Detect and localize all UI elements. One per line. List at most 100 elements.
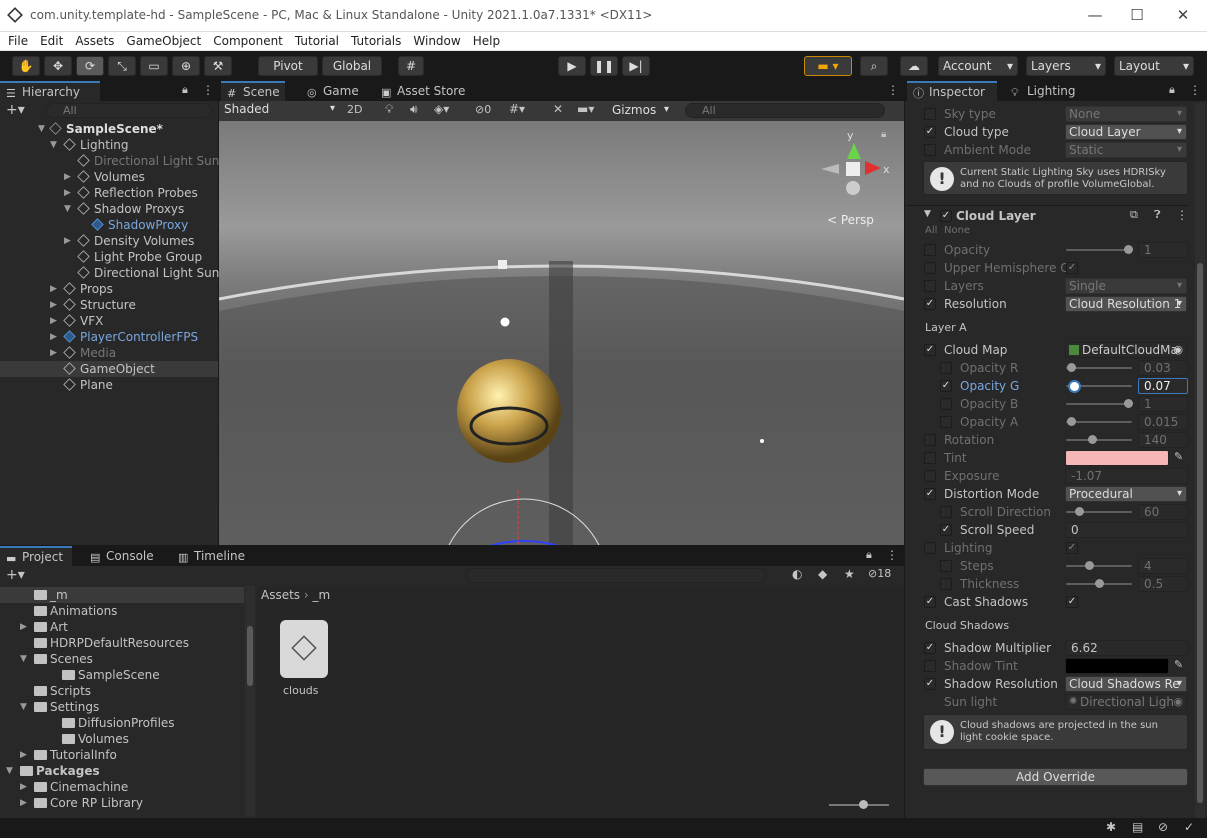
opacity-b-slider[interactable] — [1066, 403, 1132, 405]
more-icon[interactable]: ⋮ — [1189, 83, 1201, 97]
foldout-icon[interactable]: ▼ — [64, 201, 71, 217]
sky-type-dropdown[interactable]: None — [1065, 106, 1187, 122]
hierarchy-item[interactable]: ▶ Props — [0, 281, 218, 297]
layers-dropdown[interactable]: Single — [1065, 278, 1187, 294]
pause-button[interactable]: ❚❚ — [590, 56, 618, 76]
project-search-input[interactable] — [466, 568, 766, 583]
tab-game[interactable]: ◎ Game — [301, 81, 365, 101]
project-folder[interactable]: ▼ Scenes — [0, 651, 244, 667]
scroll-direction-override[interactable] — [940, 506, 952, 518]
minimize-icon[interactable]: — — [1080, 6, 1110, 24]
foldout-icon[interactable]: ▼ — [6, 763, 13, 779]
distortion-mode-dropdown[interactable]: Procedural — [1065, 486, 1187, 502]
tint-override[interactable] — [924, 452, 936, 464]
lock-icon[interactable]: 🔒︎ — [1169, 83, 1175, 97]
rect-tool-icon[interactable]: ▭ — [140, 56, 168, 76]
hierarchy-item[interactable]: ▶ PlayerControllerFPS — [0, 329, 218, 345]
play-button[interactable]: ▶ — [558, 56, 586, 76]
tab-lighting[interactable]: 💡︎ Lighting — [1005, 81, 1095, 101]
tab-asset-store[interactable]: ▣ Asset Store — [375, 81, 475, 101]
rotate-tool-icon[interactable]: ⟳ — [76, 56, 104, 76]
shading-mode-dropdown[interactable]: Shaded — [221, 102, 339, 118]
search-icon[interactable]: ⌕ — [860, 56, 888, 76]
exposure-override[interactable] — [924, 470, 936, 482]
menu-file[interactable]: File — [4, 32, 32, 50]
tree-scrollbar[interactable] — [245, 586, 255, 816]
rotation-knob[interactable] — [1088, 435, 1097, 444]
hierarchy-item[interactable]: ▶ Density Volumes — [0, 233, 218, 249]
2d-toggle[interactable]: 2D — [347, 103, 362, 116]
opacity-a-value[interactable]: 0.015 — [1138, 414, 1188, 430]
foldout-icon[interactable]: ▶ — [20, 619, 27, 635]
favorite-icon[interactable]: ★ — [844, 567, 855, 581]
eyedropper-icon[interactable]: ✎ — [1174, 658, 1183, 671]
eyedropper-icon[interactable]: ✎ — [1174, 450, 1183, 463]
opacity-r-override[interactable] — [940, 362, 952, 374]
foldout-icon[interactable]: ▶ — [50, 329, 57, 345]
audio-toggle-icon[interactable]: 🔊︎ — [410, 102, 418, 117]
menu-window[interactable]: Window — [409, 32, 464, 50]
hierarchy-item[interactable]: ▶ VFX — [0, 313, 218, 329]
step-button[interactable]: ▶| — [622, 56, 650, 76]
hand-tool-icon[interactable]: ✋ — [12, 56, 40, 76]
hierarchy-item[interactable]: Directional Light Sun — [0, 153, 219, 169]
hierarchy-item[interactable]: ▼ Shadow Proxys — [0, 201, 218, 217]
cast-shadows-checkbox[interactable]: ✓ — [1066, 596, 1078, 608]
account-dropdown[interactable]: Account ▾ — [938, 56, 1018, 76]
project-folder[interactable]: DiffusionProfiles — [0, 715, 244, 731]
ambient-mode-override[interactable] — [924, 144, 936, 156]
hidden-count-icon[interactable]: ⊘18 — [868, 567, 891, 580]
menu-assets[interactable]: Assets — [71, 32, 118, 50]
project-folder[interactable]: ▼ Settings — [0, 699, 244, 715]
project-folder[interactable]: ▶ Cinemachine — [0, 779, 244, 795]
resolution-override[interactable]: ✓ — [924, 298, 936, 310]
layers-dropdown[interactable]: Layers ▾ — [1026, 56, 1106, 76]
tab-console[interactable]: ▤ Console — [84, 546, 162, 566]
foldout-icon[interactable]: ▼ — [38, 121, 45, 137]
more-icon[interactable]: ⋮ — [886, 548, 898, 562]
sun-light-field[interactable]: ✺ Directional Ligh ◉ — [1065, 694, 1187, 710]
opacity-b-knob[interactable] — [1124, 399, 1133, 408]
shadow-resolution-dropdown[interactable]: Cloud Shadows Re — [1065, 676, 1187, 692]
move-tool-icon[interactable]: ✥ — [44, 56, 72, 76]
project-folder[interactable]: _m — [0, 587, 244, 603]
foldout-icon[interactable]: ▼ — [50, 137, 57, 153]
lighting-override[interactable] — [924, 542, 936, 554]
hierarchy-item[interactable]: ▶ Reflection Probes — [0, 185, 218, 201]
foldout-icon[interactable]: ▶ — [20, 795, 27, 811]
foldout-icon[interactable]: ▶ — [20, 747, 27, 763]
camera-dropdown-icon[interactable]: ▬▾ — [577, 102, 594, 116]
exposure-value[interactable]: -1.07 — [1065, 468, 1188, 484]
menu-gameobject[interactable]: GameObject — [122, 32, 205, 50]
upper-hemisphere-checkbox[interactable]: ✓ — [1066, 262, 1078, 274]
collab-button[interactable]: ▬ ▾ — [804, 56, 852, 76]
object-picker-icon[interactable]: ◉ — [1173, 343, 1183, 357]
opacity-b-override[interactable] — [940, 398, 952, 410]
foldout-icon[interactable]: ▶ — [50, 281, 57, 297]
cloud-map-override[interactable]: ✓ — [924, 344, 936, 356]
scene-search-input[interactable]: All — [685, 103, 885, 118]
hierarchy-item[interactable]: Light Probe Group — [0, 249, 218, 265]
transform-tool-icon[interactable]: ⊕ — [172, 56, 200, 76]
preset-icon[interactable]: ⧉ — [1130, 208, 1138, 222]
close-icon[interactable]: ✕ — [1168, 6, 1198, 24]
menu-tutorial[interactable]: Tutorial — [291, 32, 343, 50]
tab-inspector[interactable]: ⓘ Inspector — [907, 81, 997, 101]
cloud-icon[interactable]: ☁ — [900, 56, 928, 76]
project-folder[interactable]: Scripts — [0, 683, 244, 699]
foldout-icon[interactable]: ▶ — [50, 345, 57, 361]
check-icon[interactable]: ✓ — [1184, 820, 1194, 834]
create-button[interactable]: +▾ — [6, 567, 25, 583]
more-icon[interactable]: ⋮ — [887, 83, 899, 97]
project-folder[interactable]: SampleScene — [0, 667, 244, 683]
bug-icon[interactable]: ✱ — [1106, 820, 1116, 834]
opacity-a-override[interactable] — [940, 416, 952, 428]
shadow-multiplier-override[interactable]: ✓ — [924, 642, 936, 654]
thickness-value[interactable]: 0.5 — [1138, 576, 1188, 592]
project-folder[interactable]: ▶ Core RP Library — [0, 795, 244, 811]
upper-hemisphere-override[interactable] — [924, 262, 936, 274]
scroll-speed-value[interactable]: 0 — [1065, 522, 1188, 538]
sky-type-override[interactable] — [924, 108, 936, 120]
scroll-direction-value[interactable]: 60 — [1138, 504, 1188, 520]
more-icon[interactable]: ⋮ — [1176, 208, 1188, 222]
